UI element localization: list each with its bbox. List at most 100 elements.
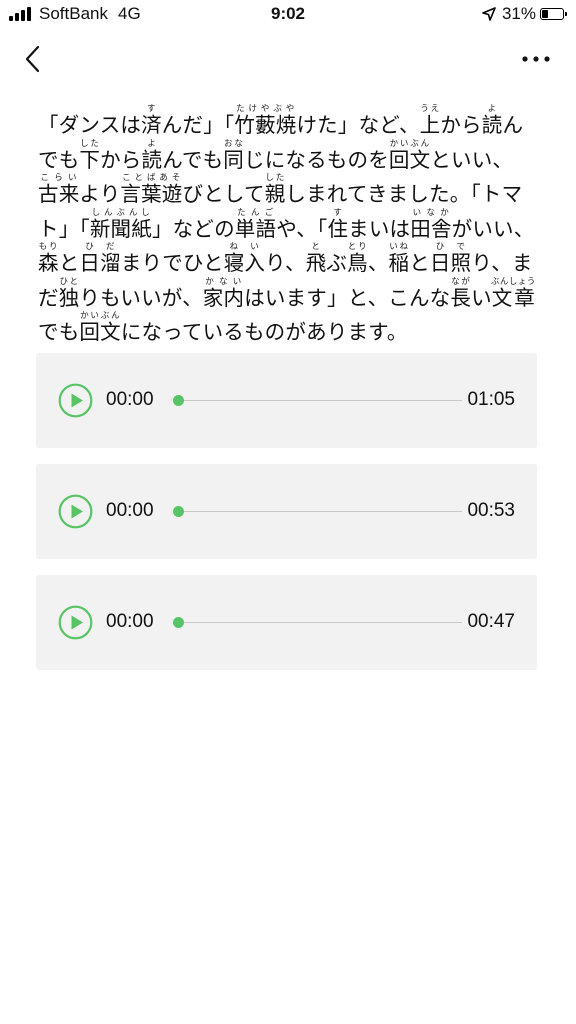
text-run: びとして — [182, 182, 265, 206]
ruby-reading: かいぶん — [79, 311, 121, 321]
ruby-reading: たんご — [234, 207, 277, 218]
ruby-word: 稲いね — [389, 242, 410, 275]
ruby-reading: ひと — [58, 276, 80, 287]
ruby-base: 長 — [450, 285, 472, 310]
text-run: より — [79, 182, 121, 206]
audio-player: 00:00 00:47 — [36, 575, 537, 670]
ruby-word: 日照ひで — [429, 242, 472, 275]
ruby-base: 上 — [419, 113, 441, 137]
ruby-word: 鳥とり — [347, 242, 368, 275]
ruby-reading: ことばあそ — [120, 173, 183, 183]
text-run: と — [58, 251, 80, 275]
current-time: 00:00 — [106, 389, 154, 410]
ruby-base: 森 — [38, 251, 59, 275]
ruby-base: 日溜 — [79, 251, 121, 275]
ruby-reading: と — [305, 242, 327, 252]
ruby-word: 古来こらい — [38, 173, 79, 206]
play-button[interactable] — [58, 383, 93, 418]
audio-player: 00:00 01:05 — [36, 353, 537, 448]
ruby-base: 単語 — [234, 216, 277, 241]
ruby-reading: ぶんしょう — [490, 276, 536, 287]
ruby-base: 日照 — [429, 251, 472, 275]
ruby-word: 下した — [79, 139, 101, 172]
ruby-word: 回文かいぶん — [388, 139, 431, 172]
ruby-word: 独ひと — [58, 277, 80, 310]
text-run: まりでひと — [120, 251, 224, 275]
ruby-base: 言葉遊 — [120, 182, 183, 206]
back-button[interactable] — [18, 42, 46, 76]
progress-track[interactable] — [173, 617, 462, 628]
ruby-reading: いね — [388, 242, 410, 252]
ruby-base: 親 — [264, 182, 286, 206]
text-run: り、 — [265, 251, 306, 275]
location-arrow-icon — [482, 7, 496, 21]
audio-player: 00:00 00:53 — [36, 464, 537, 559]
text-run: 「ダンスは — [38, 113, 142, 137]
ruby-base: 独 — [58, 285, 80, 310]
ruby-base: 飛 — [305, 251, 327, 275]
ruby-word: 同おな — [223, 139, 244, 172]
article-text: 「ダンスは済すんだ」「竹藪焼たけやぶやけた」など、上うえから読よんでも下したから… — [38, 104, 542, 350]
ruby-base: 住 — [327, 216, 349, 241]
text-run: りもいいが、 — [79, 285, 203, 310]
ruby-base: 家内 — [202, 285, 245, 310]
ruby-base: 田舎 — [410, 216, 452, 241]
status-bar: SoftBank 4G 9:02 31% — [0, 0, 576, 30]
text-run: い — [471, 285, 492, 310]
ruby-word: 住す — [327, 208, 349, 241]
progress-thumb[interactable] — [173, 617, 184, 628]
ruby-reading: いなか — [410, 207, 452, 218]
ruby-word: 単語たんご — [234, 208, 277, 241]
text-run: ぶ — [326, 251, 348, 275]
text-run: から — [100, 147, 142, 172]
ruby-reading: ひだ — [79, 242, 121, 252]
more-dots-icon — [522, 56, 550, 62]
more-button[interactable] — [518, 50, 554, 68]
ruby-reading: よ — [141, 138, 163, 149]
ruby-word: 文章ぶんしょう — [491, 277, 536, 310]
ruby-base: 新聞紙 — [89, 216, 152, 241]
audio-list: 00:00 01:05 00:00 00:53 00:00 00:47 — [36, 353, 537, 686]
play-button[interactable] — [58, 494, 93, 529]
text-run: 」などの — [151, 216, 235, 241]
status-right: 31% — [482, 4, 567, 24]
ruby-reading: うえ — [419, 104, 441, 114]
ruby-word: 新聞紙しんぶんし — [89, 208, 152, 241]
play-button[interactable] — [58, 605, 93, 640]
ruby-word: 寝入ねい — [223, 242, 266, 275]
current-time: 00:00 — [106, 611, 154, 632]
total-duration: 00:47 — [467, 611, 515, 632]
ruby-reading: もり — [38, 242, 59, 252]
text-run: けた」など、 — [296, 113, 420, 137]
progress-thumb[interactable] — [173, 395, 184, 406]
ruby-base: 下 — [79, 147, 101, 172]
text-run: んでも — [162, 147, 224, 172]
ruby-base: 回文 — [79, 320, 121, 344]
ruby-word: 言葉遊ことばあそ — [120, 173, 183, 206]
chevron-left-icon — [25, 45, 40, 73]
ruby-word: 上うえ — [419, 104, 441, 137]
ruby-word: 親した — [264, 173, 286, 206]
ruby-base: 読 — [481, 113, 503, 137]
ruby-reading: おな — [223, 138, 244, 149]
ruby-reading: す — [141, 104, 162, 114]
text-run: でも — [38, 320, 80, 344]
ruby-reading: した — [264, 173, 286, 183]
ruby-base: 寝入 — [223, 251, 266, 275]
text-run: じになるものを — [244, 147, 389, 172]
ruby-word: 回文かいぶん — [79, 311, 121, 344]
ruby-base: 鳥 — [347, 251, 368, 275]
battery-level — [542, 10, 548, 18]
progress-track[interactable] — [173, 395, 462, 406]
text-run: になっているものがあります。 — [120, 320, 408, 344]
current-time: 00:00 — [106, 500, 154, 521]
ruby-reading: こらい — [38, 173, 80, 183]
progress-thumb[interactable] — [173, 506, 184, 517]
ruby-word: 済す — [141, 104, 162, 137]
text-run: 、 — [367, 251, 389, 275]
text-run: がいい、 — [451, 216, 535, 241]
ruby-base: 回文 — [388, 147, 431, 172]
progress-track[interactable] — [173, 506, 462, 517]
ruby-reading: ひで — [429, 242, 472, 252]
ruby-base: 同 — [223, 147, 244, 172]
